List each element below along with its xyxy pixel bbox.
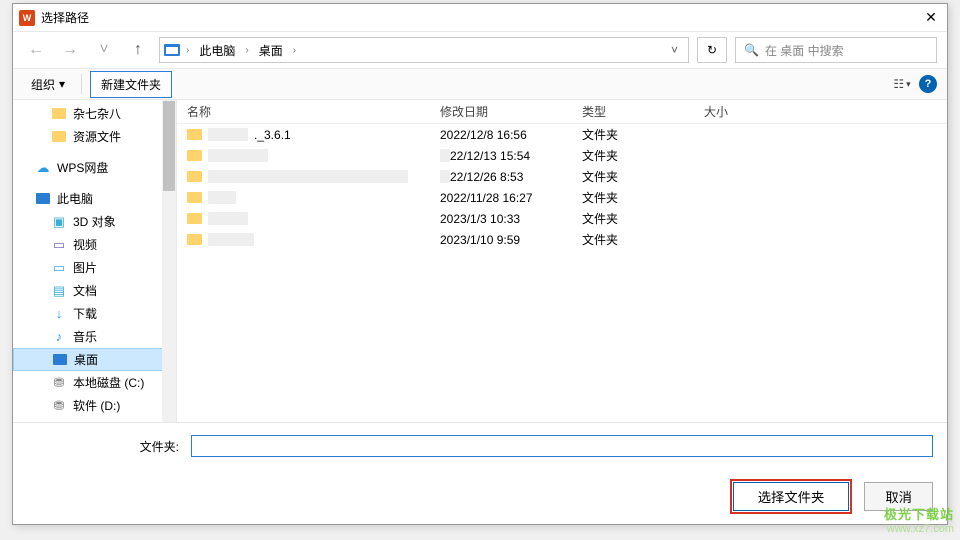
folder-icon [187,150,202,161]
music-icon: ♪ [51,329,67,345]
3d-icon: ▣ [51,214,67,230]
caret-down-icon: ▾ [59,77,65,91]
sidebar-scrollbar[interactable] [162,100,176,422]
file-dialog: W 选择路径 ✕ ← → ˅ ↑ › 此电脑 › 桌面 › ˅ ↻ 🔍 在 桌面… [12,3,948,525]
sidebar-item-disk-d[interactable]: ⛃软件 (D:) [13,394,176,417]
toolbar: 组织 ▾ 新建文件夹 ☷▾ ? [13,68,947,100]
sidebar-item-music[interactable]: ♪音乐 [13,325,176,348]
sidebar-item-disk-c[interactable]: ⛃本地磁盘 (C:) [13,371,176,394]
chevron-right-icon: › [184,45,191,56]
up-button[interactable]: ↑ [125,38,151,62]
breadcrumb-desktop[interactable]: 桌面 [255,40,287,61]
wps-logo-icon: W [19,10,35,26]
folder-icon [187,129,202,140]
search-input[interactable]: 🔍 在 桌面 中搜索 [735,37,937,63]
chevron-right-icon: › [243,45,250,56]
table-row[interactable]: xxx 2023/1/3 10:33 文件夹 [177,208,947,229]
address-bar[interactable]: › 此电脑 › 桌面 › ˅ [159,37,689,63]
back-button[interactable]: ← [23,38,49,62]
file-rows: xxx._3.6.1 2022/12/8 16:56 文件夹 xxx x22/1… [177,124,947,422]
cloud-icon: ☁ [35,160,51,176]
video-icon: ▭ [51,237,67,253]
help-button[interactable]: ? [919,75,937,93]
sidebar-item-3d[interactable]: ▣3D 对象 [13,210,176,233]
sidebar-item-downloads[interactable]: ↓下载 [13,302,176,325]
organize-button[interactable]: 组织 ▾ [23,72,73,97]
table-row[interactable]: xx 2022/11/28 16:27 文件夹 [177,187,947,208]
dialog-title: 选择路径 [41,9,921,26]
column-date[interactable]: 修改日期 [440,103,582,120]
new-folder-button[interactable]: 新建文件夹 [90,71,172,98]
table-row[interactable]: xxx 2023/1/10 9:59 文件夹 [177,229,947,250]
table-row[interactable]: xxx x22/12/13 15:54 文件夹 [177,145,947,166]
folder-label: 文件夹: [27,438,185,455]
folder-icon [187,192,202,203]
sidebar-item-pictures[interactable]: ▭图片 [13,256,176,279]
select-folder-button[interactable]: 选择文件夹 [733,482,850,511]
table-row[interactable]: xxx x22/12/26 8:53 文件夹 [177,166,947,187]
column-header: 名称 修改日期 类型 大小 [177,100,947,124]
column-size[interactable]: 大小 [704,103,804,120]
sidebar-item-documents[interactable]: ▤文档 [13,279,176,302]
pc-icon [35,191,51,207]
sidebar-item-misc[interactable]: 杂七杂八 [13,102,176,125]
pictures-icon: ▭ [51,260,67,276]
folder-icon [187,213,202,224]
sidebar-item-resources[interactable]: 资源文件 [13,125,176,148]
address-drop-icon[interactable]: ˅ [665,43,684,57]
disk-icon: ⛃ [51,398,67,414]
main-area: 杂七杂八 资源文件 ☁WPS网盘 此电脑 ▣3D 对象 ▭视频 ▭图片 ▤文档 … [13,100,947,422]
highlight-annotation: 选择文件夹 [730,479,853,514]
search-placeholder: 在 桌面 中搜索 [765,42,844,59]
view-options-button[interactable]: ☷▾ [891,73,913,95]
column-name[interactable]: 名称 [177,103,440,120]
navbar: ← → ˅ ↑ › 此电脑 › 桌面 › ˅ ↻ 🔍 在 桌面 中搜索 [13,32,947,68]
chevron-right-icon: › [291,45,298,56]
download-icon: ↓ [51,306,67,322]
folder-name-input[interactable] [191,435,933,457]
folder-icon [187,171,202,182]
folder-icon [187,234,202,245]
sidebar: 杂七杂八 资源文件 ☁WPS网盘 此电脑 ▣3D 对象 ▭视频 ▭图片 ▤文档 … [13,100,177,422]
table-row[interactable]: xxx._3.6.1 2022/12/8 16:56 文件夹 [177,124,947,145]
close-button[interactable]: ✕ [921,8,941,28]
desktop-icon [52,352,68,368]
sidebar-item-video[interactable]: ▭视频 [13,233,176,256]
sidebar-item-this-pc[interactable]: 此电脑 [13,187,176,210]
titlebar: W 选择路径 ✕ [13,4,947,32]
disk-icon: ⛃ [51,375,67,391]
cancel-button[interactable]: 取消 [864,482,933,511]
documents-icon: ▤ [51,283,67,299]
sidebar-item-desktop[interactable]: 桌面 [13,348,176,371]
this-pc-icon [164,44,180,56]
file-list: 名称 修改日期 类型 大小 xxx._3.6.1 2022/12/8 16:56… [177,100,947,422]
column-type[interactable]: 类型 [582,103,704,120]
bottom-panel: 文件夹: 选择文件夹 取消 [13,422,947,524]
forward-button: → [57,38,83,62]
sidebar-item-wps[interactable]: ☁WPS网盘 [13,156,176,179]
breadcrumb-this-pc[interactable]: 此电脑 [195,40,239,61]
history-dropdown[interactable]: ˅ [91,38,117,62]
refresh-button[interactable]: ↻ [697,37,727,63]
search-icon: 🔍 [744,43,759,57]
